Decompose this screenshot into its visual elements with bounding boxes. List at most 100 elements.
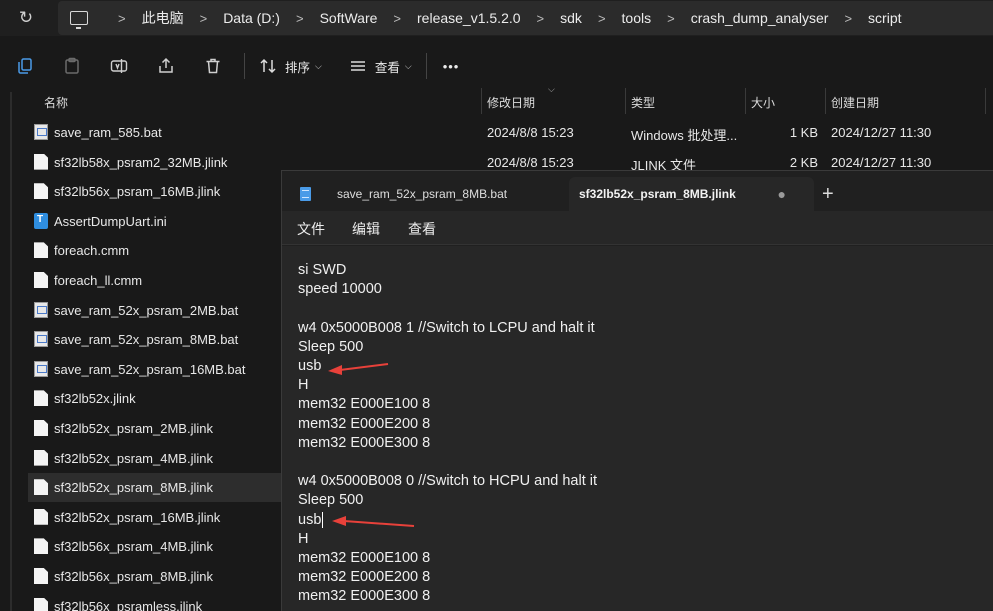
text-line: speed 10000 bbox=[298, 281, 382, 297]
file-name: sf32lb56x_psramless.jlink bbox=[54, 598, 203, 611]
file-created-date: 2024/12/27 11:30 bbox=[831, 125, 932, 140]
column-divider[interactable] bbox=[985, 88, 986, 114]
file-name: save_ram_585.bat bbox=[54, 125, 162, 140]
tab-save-ram-bat[interactable]: save_ram_52x_psram_8MB.bat bbox=[290, 177, 568, 211]
breadcrumb-item[interactable]: crash_dump_analyser bbox=[691, 10, 829, 26]
sort-label: 排序 bbox=[285, 60, 311, 75]
text-line-content: mem32 E000E100 8 bbox=[298, 396, 431, 413]
file-name: save_ram_52x_psram_2MB.bat bbox=[54, 302, 239, 318]
notepad-icon bbox=[300, 187, 311, 201]
file-icon bbox=[34, 272, 48, 288]
column-header-name[interactable]: 名称 bbox=[44, 94, 68, 111]
menu-file[interactable]: 文件 bbox=[297, 219, 325, 239]
batch-file-icon bbox=[34, 124, 48, 140]
sort-button[interactable]: 排序 ⌵ bbox=[259, 57, 322, 76]
menu-view[interactable]: 查看 bbox=[408, 219, 436, 239]
file-name: sf32lb52x.jlink bbox=[54, 391, 136, 407]
text-cursor bbox=[322, 511, 324, 528]
file-name: sf32lb52x_psram_8MB.jlink bbox=[54, 480, 213, 496]
notepad-tab-bar: save_ram_52x_psram_8MB.bat sf32lb52x_psr… bbox=[282, 171, 993, 211]
column-header-created[interactable]: 创建日期 bbox=[831, 94, 879, 111]
text-line: mem32 E000E200 8 bbox=[298, 569, 430, 585]
text-line-content: mem32 E000E200 8 bbox=[298, 415, 431, 432]
breadcrumb-separator-icon[interactable]: > bbox=[844, 11, 852, 26]
breadcrumb-separator-icon[interactable]: > bbox=[200, 11, 208, 26]
file-row[interactable]: sf32lb52x_psram_8MB.jlink bbox=[28, 473, 284, 503]
text-line-content: si SWD bbox=[298, 262, 347, 278]
chevron-down-icon: ⌵ bbox=[404, 60, 412, 71]
text-line-content: usb bbox=[298, 511, 322, 528]
batch-file-icon bbox=[34, 331, 48, 348]
file-name: AssertDumpUart.ini bbox=[54, 213, 167, 229]
text-line: mem32 E000E100 8 bbox=[298, 396, 430, 412]
text-line-content: mem32 E000E200 8 bbox=[298, 569, 431, 586]
text-line: Sleep 500 bbox=[298, 339, 363, 355]
breadcrumb-item[interactable]: sdk bbox=[560, 10, 582, 26]
breadcrumb-separator-icon[interactable]: > bbox=[118, 11, 126, 26]
notepad-menu-bar: 文件 编辑 查看 bbox=[282, 211, 993, 245]
column-header-modified[interactable]: 修改日期 bbox=[487, 94, 535, 111]
text-line-content: speed 10000 bbox=[298, 281, 382, 298]
breadcrumb-separator-icon[interactable]: > bbox=[667, 11, 675, 26]
copy-icon[interactable] bbox=[14, 55, 36, 77]
text-line-content: w4 0x5000B008 1 //Switch to LCPU and hal… bbox=[298, 319, 595, 336]
file-icon bbox=[34, 568, 48, 584]
breadcrumb-item[interactable]: SoftWare bbox=[320, 10, 378, 26]
breadcrumb-item[interactable]: Data (D:) bbox=[223, 10, 280, 26]
file-name: save_ram_52x_psram_8MB.bat bbox=[54, 332, 239, 348]
view-button[interactable]: 查看 ⌵ bbox=[349, 57, 412, 76]
breadcrumb-item[interactable]: tools bbox=[622, 10, 652, 26]
unsaved-indicator-icon[interactable]: ● bbox=[778, 186, 786, 202]
breadcrumb-separator-icon[interactable]: > bbox=[296, 11, 304, 26]
column-header-size[interactable]: 大小 bbox=[751, 94, 775, 111]
file-type: Windows 批处理... bbox=[631, 128, 738, 143]
share-icon[interactable] bbox=[155, 55, 177, 77]
file-icon bbox=[34, 508, 48, 525]
text-line-content: mem32 E000E300 8 bbox=[298, 588, 431, 605]
text-line: mem32 E000E300 8 bbox=[298, 588, 430, 604]
tab-jlink-active[interactable]: sf32lb52x_psram_8MB.jlink ● bbox=[569, 177, 814, 211]
breadcrumb-item[interactable]: script bbox=[868, 10, 901, 26]
new-tab-button[interactable]: + bbox=[822, 184, 834, 204]
file-name: sf32lb52x_psram_16MB.jlink bbox=[54, 509, 221, 525]
toolbar-divider bbox=[244, 53, 245, 79]
view-label: 查看 bbox=[374, 60, 400, 75]
file-icon bbox=[34, 242, 48, 259]
column-divider[interactable] bbox=[825, 88, 826, 114]
column-divider[interactable] bbox=[625, 88, 626, 114]
more-options-button[interactable]: ••• bbox=[443, 59, 460, 74]
file-icon bbox=[34, 153, 48, 170]
menu-edit[interactable]: 编辑 bbox=[352, 219, 380, 239]
batch-file-icon bbox=[34, 301, 48, 318]
vertical-scrollbar[interactable] bbox=[10, 92, 12, 611]
file-row[interactable]: save_ram_585.bat 2024/8/8 15:23 Windows 批处… bbox=[28, 118, 993, 147]
file-icon bbox=[34, 420, 48, 436]
column-divider[interactable] bbox=[745, 88, 746, 114]
file-icon bbox=[34, 597, 48, 611]
notepad-text-area[interactable]: si SWD speed 10000 w4 0x5000B008 1 //Switc… bbox=[282, 246, 993, 611]
address-bar-area: ↻ > 此电脑 > Data (D:) > SoftWare > release_v1.5.2… bbox=[0, 0, 993, 36]
breadcrumb-separator-icon[interactable]: > bbox=[537, 11, 545, 26]
annotation-arrow-1 bbox=[328, 363, 389, 375]
file-icon bbox=[34, 390, 48, 407]
breadcrumb-item[interactable]: 此电脑 bbox=[142, 8, 184, 28]
text-line-content: mem32 E000E100 8 bbox=[298, 550, 431, 566]
text-line: mem32 E000E100 8 bbox=[298, 550, 430, 566]
text-line: H bbox=[298, 377, 308, 393]
text-line: w4 0x5000B008 0 //Switch to HCPU and hal… bbox=[298, 473, 597, 489]
breadcrumb-separator-icon[interactable]: > bbox=[598, 11, 606, 26]
this-pc-icon[interactable] bbox=[70, 11, 88, 29]
breadcrumb-item[interactable]: release_v1.5.2.0 bbox=[417, 10, 521, 26]
text-line: w4 0x5000B008 1 //Switch to LCPU and hal… bbox=[298, 320, 595, 336]
delete-icon[interactable] bbox=[202, 55, 224, 77]
file-modified-date: 2024/8/8 15:23 bbox=[487, 125, 574, 140]
file-name: foreach_ll.cmm bbox=[54, 273, 143, 288]
refresh-icon[interactable]: ↻ bbox=[14, 7, 38, 29]
column-header-type[interactable]: 类型 bbox=[631, 94, 655, 111]
paste-icon[interactable] bbox=[61, 55, 83, 77]
text-line: H bbox=[298, 531, 308, 547]
rename-icon[interactable] bbox=[108, 55, 130, 77]
address-bar[interactable]: > 此电脑 > Data (D:) > SoftWare > release_v1.5.2.0… bbox=[58, 1, 993, 35]
breadcrumb-separator-icon[interactable]: > bbox=[393, 11, 401, 26]
column-divider[interactable] bbox=[481, 88, 482, 114]
